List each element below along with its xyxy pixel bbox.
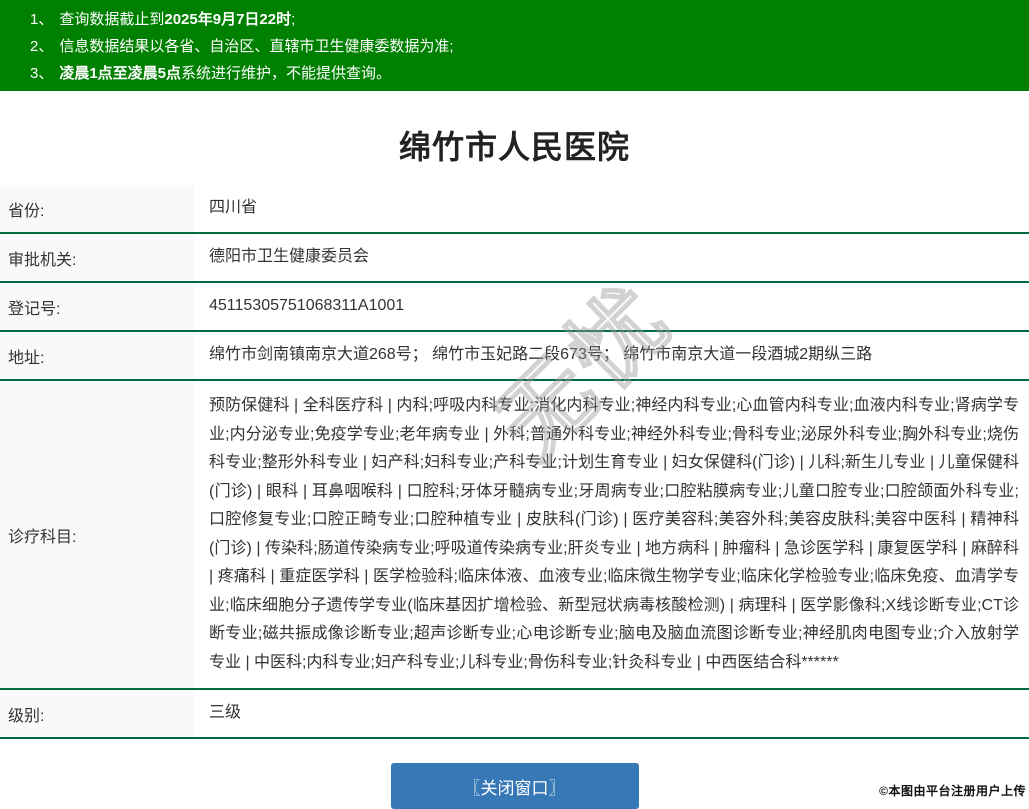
notice-text: 信息数据结果以各省、自治区、直辖市卫生健康委数据为准; <box>59 38 453 55</box>
row-label: 审批机关: <box>0 234 195 281</box>
notice-item: 1、查询数据截止到2025年9月7日22时; <box>0 6 1029 33</box>
row-label: 省份: <box>0 185 195 232</box>
row-label: 地址: <box>0 332 195 379</box>
hospital-info-table: 省份: 四川省 审批机关: 德阳市卫生健康委员会 登记号: 4511530575… <box>0 185 1029 739</box>
row-label: 登记号: <box>0 283 195 330</box>
notice-item-number: 2、 <box>30 38 53 55</box>
notice-text: ; <box>291 11 295 28</box>
image-credit: ©本图由平台注册用户上传 <box>879 782 1026 799</box>
table-row-province: 省份: 四川省 <box>0 185 1029 234</box>
notice-text-bold: 凌晨1点至凌晨5点 <box>59 65 181 82</box>
table-row-address: 地址: 绵竹市剑南镇南京大道268号； 绵竹市玉妃路二段673号； 绵竹市南京大… <box>0 332 1029 381</box>
row-value: 绵竹市剑南镇南京大道268号； 绵竹市玉妃路二段673号； 绵竹市南京大道一段酒… <box>195 332 1029 379</box>
table-row-approval-authority: 审批机关: 德阳市卫生健康委员会 <box>0 234 1029 283</box>
row-value: 45115305751068311A1001 <box>195 283 1029 330</box>
row-label: 级别: <box>0 690 195 737</box>
close-window-button[interactable]: 〖关闭窗口〗 <box>391 763 639 809</box>
row-value: 德阳市卫生健康委员会 <box>195 234 1029 281</box>
page-title: 绵竹市人民医院 <box>0 91 1029 185</box>
row-label: 诊疗科目: <box>0 381 195 688</box>
notice-item: 3、凌晨1点至凌晨5点系统进行维护，不能提供查询。 <box>0 60 1029 87</box>
row-value: 四川省 <box>195 185 1029 232</box>
notice-text: 系统进行维护，不能提供查询。 <box>181 65 391 82</box>
table-row-registration-number: 登记号: 45115305751068311A1001 <box>0 283 1029 332</box>
row-value: 预防保健科 | 全科医疗科 | 内科;呼吸内科专业;消化内科专业;神经内科专业;… <box>195 381 1029 688</box>
notice-text: 查询数据截止到 <box>59 11 164 28</box>
table-row-medical-subjects: 诊疗科目: 预防保健科 | 全科医疗科 | 内科;呼吸内科专业;消化内科专业;神… <box>0 381 1029 690</box>
notice-banner: 1、查询数据截止到2025年9月7日22时; 2、信息数据结果以各省、自治区、直… <box>0 0 1029 91</box>
notice-item-number: 3、 <box>30 65 53 82</box>
notice-item: 2、信息数据结果以各省、自治区、直辖市卫生健康委数据为准; <box>0 33 1029 60</box>
row-value: 三级 <box>195 690 1029 737</box>
notice-text-bold: 2025年9月7日22时 <box>164 11 291 28</box>
notice-item-number: 1、 <box>30 11 53 28</box>
table-row-level: 级别: 三级 <box>0 690 1029 739</box>
